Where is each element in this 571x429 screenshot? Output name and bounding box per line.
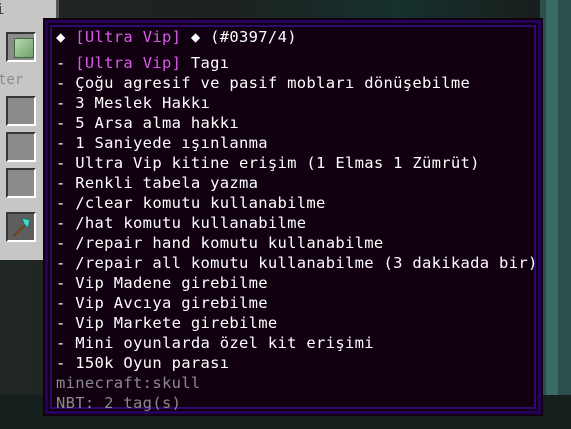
title-bracket-open: [ (75, 28, 85, 46)
inventory-slot[interactable] (6, 32, 36, 62)
diamond-bullet-icon: ◆ (56, 28, 76, 46)
title-bracket-close: ] (171, 28, 182, 46)
lore-line: - 3 Meslek Hakkı (56, 94, 211, 112)
inventory-slot[interactable] (6, 96, 36, 126)
lore-line: - Ultra Vip kitine erişim (1 Elmas 1 Züm… (56, 154, 480, 172)
lore-dash: - (56, 54, 76, 72)
lore-line: - 150k Oyun parası (56, 354, 230, 372)
background-block-column (540, 0, 571, 429)
nbt-tag-count: NBT: 2 tag(s) (56, 394, 182, 412)
inventory-slot[interactable] (6, 132, 36, 162)
lore-line: - /repair hand komutu kullanabilme (56, 234, 384, 252)
inventory-title: i (0, 2, 5, 18)
lore-line: - Çoğu agresif ve pasif mobları dönüşebi… (56, 74, 471, 92)
rank-tag: [Ultra Vip] (75, 54, 182, 72)
rank-name: Ultra Vip (84, 28, 172, 46)
background-stripe (546, 0, 558, 429)
lore-line: - Mini oyunlarda özel kit erişimi (56, 334, 374, 352)
diamond-axe-icon (12, 217, 31, 238)
diamond-bullet-icon: ◆ (181, 28, 211, 46)
lore-line: - /hat komutu kullanabilme (56, 214, 307, 232)
item-tooltip: ◆ [Ultra Vip] ◆ (#0397/4) - [Ultra Vip] … (45, 20, 541, 414)
lore-line: - 5 Arsa alma hakkı (56, 114, 240, 132)
hotbar-slot[interactable] (6, 212, 36, 242)
lore-line: - Vip Madene girebilme (56, 274, 268, 292)
lore-line: - Vip Avcıya girebilme (56, 294, 268, 312)
lore-line: - Renkli tabela yazma (56, 174, 259, 192)
lore-line: - /repair all komutu kullanabilme (3 dak… (56, 254, 538, 272)
inventory-slot[interactable] (6, 168, 36, 198)
lore-line: - Vip Markete girebilme (56, 314, 278, 332)
inventory-label: ter (0, 72, 24, 88)
lore-line: - 1 Saniyede ışınlanma (56, 134, 268, 152)
lore-line: - [Ultra Vip] Tagı (56, 53, 229, 73)
tooltip-title: ◆ [Ultra Vip] ◆ (#0397/4) (56, 27, 297, 47)
slime-block-icon (14, 38, 34, 58)
item-registry-name: minecraft:skull (56, 374, 201, 392)
item-id-label: (#0397/4) (210, 28, 297, 46)
lore-line: - /clear komutu kullanabilme (56, 194, 326, 212)
lore-text: Tagı (181, 54, 230, 72)
